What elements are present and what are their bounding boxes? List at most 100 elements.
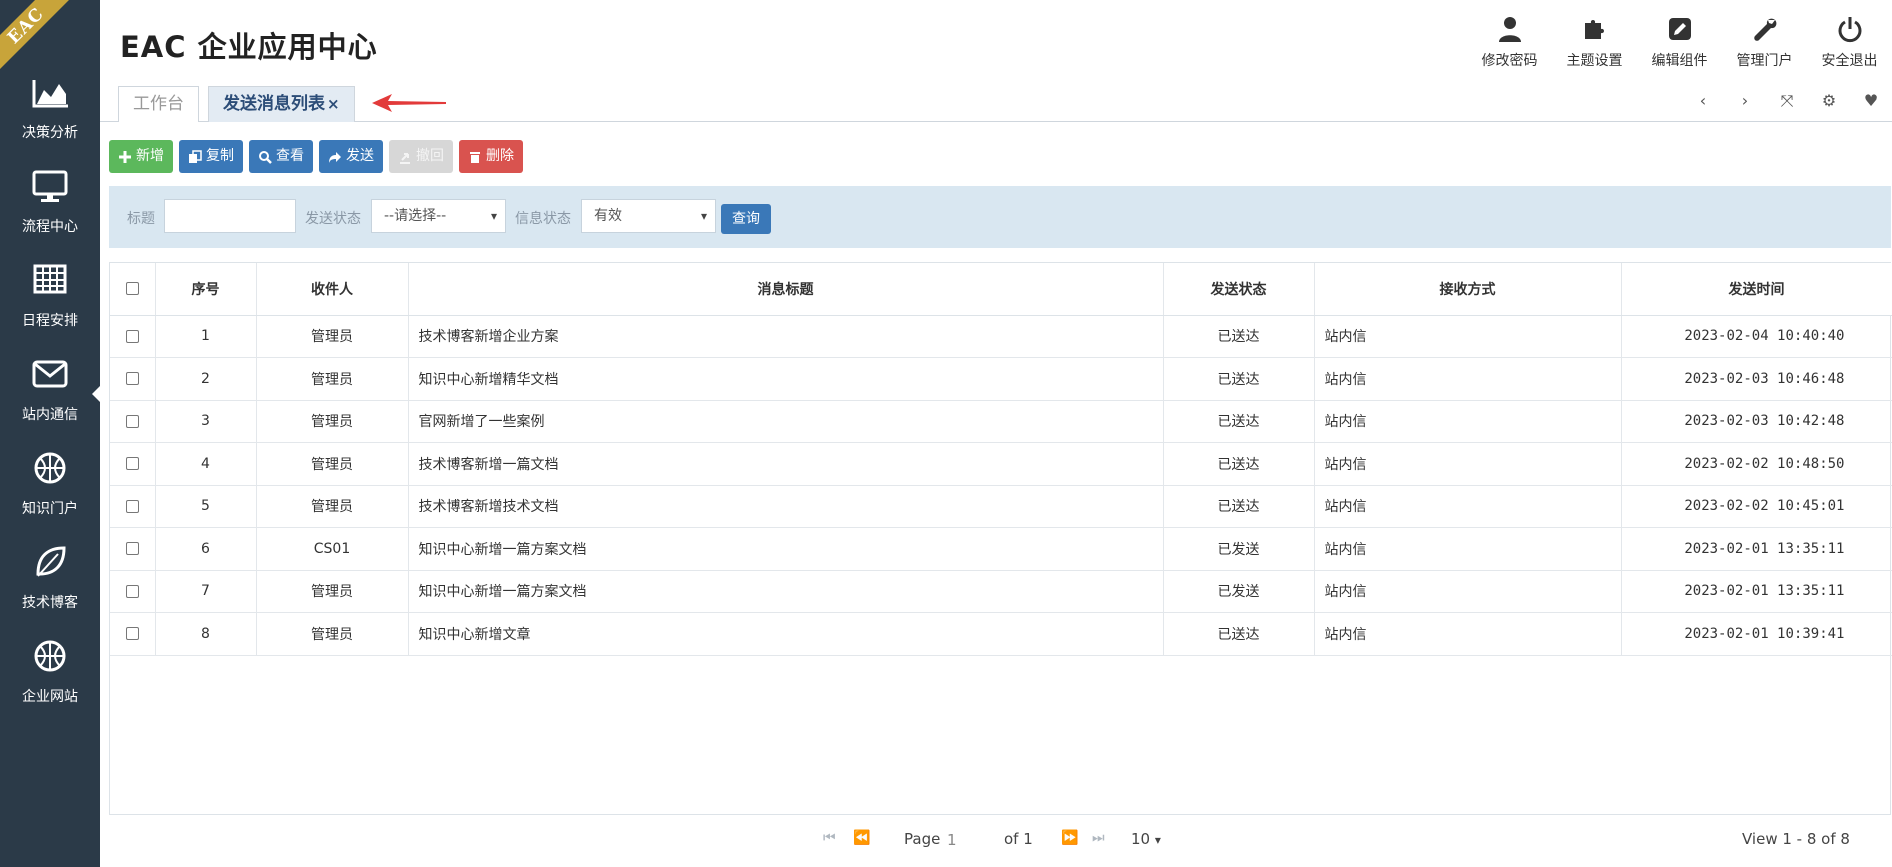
page-size-value: 10 (1131, 830, 1151, 848)
delete-button-label: 删除 (486, 148, 514, 164)
cell-no: 7 (155, 570, 257, 613)
table-row[interactable]: 4 管理员 技术博客新增一篇文档 已送达 站内信 2023-02-02 10:4… (110, 442, 1892, 486)
row-checkbox[interactable] (125, 499, 139, 513)
sidebar-item-label: 站内通信 (22, 407, 78, 423)
sidebar-item-decision-analysis[interactable]: 决策分析 (0, 70, 100, 164)
sidebar-item-process-center[interactable]: 流程中心 (0, 164, 100, 258)
cell-status: 已发送 (1163, 527, 1315, 571)
change-password-button[interactable]: 修改密码 (1467, 10, 1552, 74)
column-header-time[interactable]: 发送时间 (1621, 263, 1892, 316)
heart-icon[interactable]: ♥ (1850, 86, 1892, 116)
record-summary: View 1 - 8 of 8 (1742, 830, 1850, 848)
edit-icon (1668, 18, 1691, 40)
cell-no: 5 (155, 485, 257, 528)
table-row[interactable]: 2 管理员 知识中心新增精华文档 已送达 站内信 2023-02-03 10:4… (110, 357, 1892, 401)
sidebar-item-company-site[interactable]: 企业网站 (0, 634, 100, 728)
cell-time: 2023-02-02 10:48:50 (1621, 442, 1892, 486)
chevron-down-icon: ▾ (700, 209, 707, 223)
page-label: Page (904, 830, 941, 848)
expand-icon[interactable]: ⤧ (1766, 86, 1808, 116)
chevron-left-icon[interactable]: ‹ (1682, 86, 1724, 116)
top-action-label: 编辑组件 (1651, 53, 1708, 69)
row-select-cell (110, 485, 156, 528)
view-button[interactable]: 查看 (249, 140, 313, 173)
delete-button[interactable]: 删除 (459, 140, 523, 173)
select-all-checkbox[interactable] (125, 282, 139, 296)
prev-page-icon[interactable]: ⏪ (853, 830, 870, 846)
cell-status: 已发送 (1163, 570, 1315, 613)
row-checkbox[interactable] (125, 414, 139, 428)
sidebar-item-label: 决策分析 (22, 125, 78, 141)
recall-button[interactable]: 撤回 (389, 140, 453, 173)
query-button[interactable]: 查询 (721, 204, 771, 234)
sidebar-item-messages[interactable]: 站内通信 (0, 352, 100, 446)
plus-icon (119, 150, 131, 163)
next-page-icon[interactable]: ⏩ (1061, 830, 1078, 846)
cell-method: 站内信 (1314, 442, 1622, 486)
title-filter-input[interactable] (164, 199, 296, 233)
table-row[interactable]: 5 管理员 技术博客新增技术文档 已送达 站内信 2023-02-02 10:4… (110, 485, 1892, 528)
recall-icon (400, 152, 410, 164)
manage-portal-button[interactable]: 管理门户 (1722, 10, 1807, 74)
sidebar-item-label: 企业网站 (22, 689, 78, 705)
cell-method: 站内信 (1314, 570, 1622, 613)
theme-settings-button[interactable]: 主题设置 (1552, 10, 1637, 74)
info-status-value: 有效 (594, 208, 622, 224)
cell-status: 已送达 (1163, 612, 1315, 656)
row-checkbox[interactable] (125, 584, 139, 598)
column-header-no[interactable]: 序号 (155, 263, 257, 316)
leaf-icon (36, 546, 66, 577)
send-status-select[interactable]: --请选择-- ▾ (371, 199, 506, 233)
sidebar-item-knowledge-portal[interactable]: 知识门户 (0, 446, 100, 540)
cell-title: 知识中心新增精华文档 (408, 357, 1164, 401)
table-row[interactable]: 8 管理员 知识中心新增文章 已送达 站内信 2023-02-01 10:39:… (110, 612, 1892, 656)
column-header-method[interactable]: 接收方式 (1314, 263, 1622, 316)
row-select-cell (110, 315, 156, 358)
page-size-select[interactable]: 10 ▾ (1131, 830, 1161, 848)
tab-workbench[interactable]: 工作台 (118, 86, 199, 122)
cell-time: 2023-02-01 13:35:11 (1621, 570, 1892, 613)
row-checkbox[interactable] (125, 329, 139, 343)
monitor-icon (32, 170, 68, 202)
table-row[interactable]: 6 CS01 知识中心新增一篇方案文档 已发送 站内信 2023-02-01 1… (110, 527, 1892, 571)
cell-title: 知识中心新增文章 (408, 612, 1164, 656)
cell-method: 站内信 (1314, 357, 1622, 401)
column-header-status[interactable]: 发送状态 (1163, 263, 1315, 316)
cell-status: 已送达 (1163, 315, 1315, 358)
new-button[interactable]: 新增 (109, 140, 173, 173)
table-row[interactable]: 7 管理员 知识中心新增一篇方案文档 已发送 站内信 2023-02-01 13… (110, 570, 1892, 613)
table-header-row: 序号 收件人 消息标题 发送状态 接收方式 发送时间 (110, 263, 1892, 316)
copy-button[interactable]: 复制 (179, 140, 243, 173)
cell-method: 站内信 (1314, 485, 1622, 528)
info-status-select[interactable]: 有效 ▾ (581, 199, 716, 233)
cell-method: 站内信 (1314, 612, 1622, 656)
cell-time: 2023-02-03 10:42:48 (1621, 400, 1892, 443)
cell-no: 6 (155, 527, 257, 571)
tab-sent-messages[interactable]: 发送消息列表 × (208, 86, 355, 122)
close-icon[interactable]: × (327, 95, 340, 113)
row-checkbox[interactable] (125, 457, 139, 471)
table-row[interactable]: 3 管理员 官网新增了一些案例 已送达 站内信 2023-02-03 10:42… (110, 400, 1892, 443)
chevron-right-icon[interactable]: › (1724, 86, 1766, 116)
send-status-label: 发送状态 (305, 211, 361, 227)
sidebar-item-tech-blog[interactable]: 技术博客 (0, 540, 100, 634)
column-header-title[interactable]: 消息标题 (408, 263, 1164, 316)
column-header-recipient[interactable]: 收件人 (256, 263, 409, 316)
row-checkbox[interactable] (125, 542, 139, 556)
edit-components-button[interactable]: 编辑组件 (1637, 10, 1722, 74)
last-page-icon[interactable]: ⏭ (1092, 830, 1105, 846)
send-button[interactable]: 发送 (319, 140, 383, 173)
row-checkbox[interactable] (125, 372, 139, 386)
table-row[interactable]: 1 管理员 技术博客新增企业方案 已送达 站内信 2023-02-04 10:4… (110, 315, 1892, 358)
page-count-label: of 1 (1004, 830, 1033, 848)
logout-button[interactable]: 安全退出 (1807, 10, 1892, 74)
brand-logo: EAC (0, 0, 100, 70)
first-page-icon[interactable]: ⏮ (823, 830, 836, 846)
sidebar-item-schedule[interactable]: 日程安排 (0, 258, 100, 352)
gear-icon[interactable]: ⚙ (1808, 86, 1850, 116)
row-checkbox[interactable] (125, 627, 139, 641)
page-number-input[interactable]: 1 (947, 827, 991, 853)
tab-label: 发送消息列表 (223, 94, 325, 114)
send-status-value: --请选择-- (384, 208, 447, 224)
view-button-label: 查看 (276, 148, 304, 164)
